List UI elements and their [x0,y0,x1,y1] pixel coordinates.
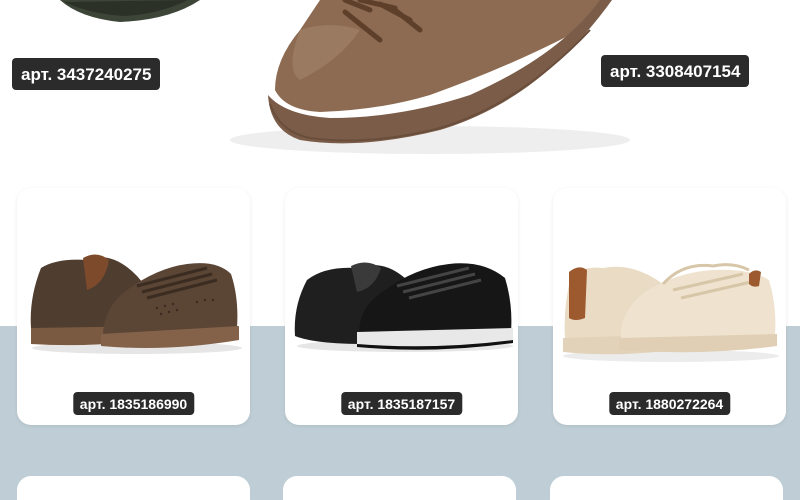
product-card-partial[interactable] [283,476,516,500]
hero-sku-right: арт. 3308407154 [601,55,750,87]
brown-perforated-sneaker-icon [30,254,242,354]
product-card[interactable]: арт. 1880272264 [553,188,786,425]
hero-banner[interactable]: арт. 3437240275 арт. 3308407154 [0,0,800,180]
product-card[interactable]: арт. 1835187157 [285,188,518,425]
hero-shoe-image [60,0,630,154]
black-leather-sneaker-icon [294,262,513,352]
product-sku: арт. 1835187157 [340,392,463,415]
hero-sku-left: арт. 3437240275 [12,58,161,90]
product-card[interactable]: арт. 1835186990 [17,188,250,425]
product-card-partial[interactable] [550,476,783,500]
beige-knit-sneaker-icon [563,263,779,362]
product-card-partial[interactable] [17,476,250,500]
product-sku: арт. 1835186990 [72,392,195,415]
product-sku: арт. 1880272264 [608,392,731,415]
